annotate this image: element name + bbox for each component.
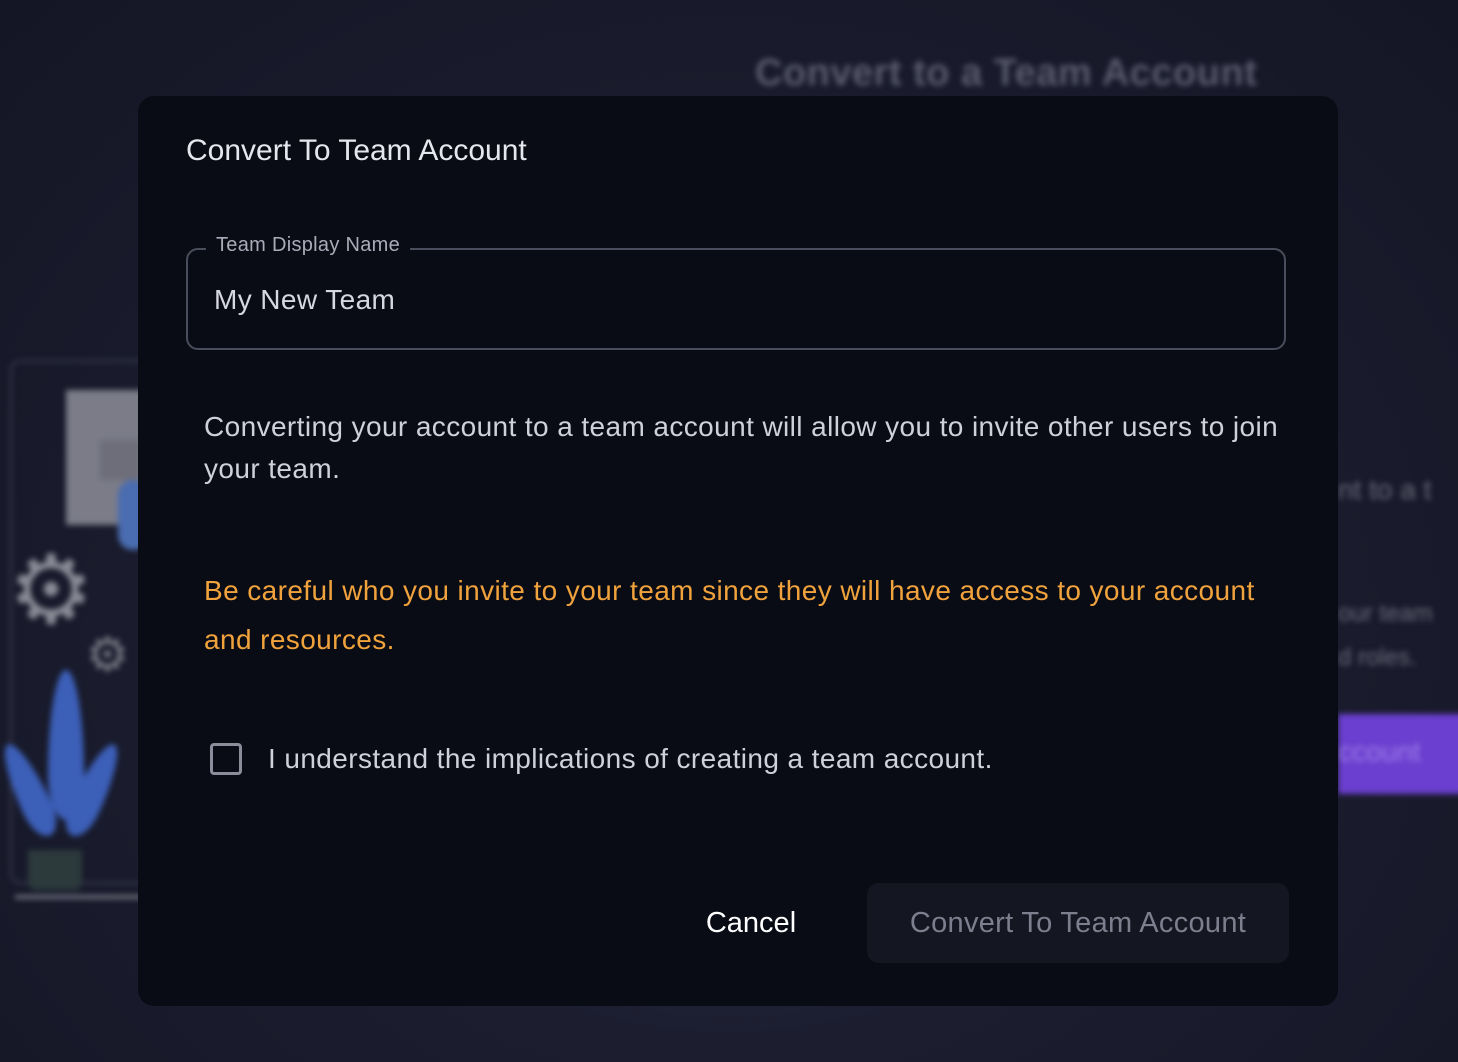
background-page-title: Convert to a Team Account xyxy=(755,52,1258,94)
team-display-name-input[interactable] xyxy=(214,278,1254,322)
acknowledge-checkbox[interactable] xyxy=(210,743,242,775)
team-display-name-field: Team Display Name xyxy=(186,234,1286,350)
dialog-description: Converting your account to a team accoun… xyxy=(204,411,1279,484)
dialog-title: Convert To Team Account xyxy=(186,134,527,167)
acknowledge-row[interactable]: I understand the implications of creatin… xyxy=(210,741,993,777)
acknowledge-label[interactable]: I understand the implications of creatin… xyxy=(268,743,993,775)
convert-to-team-button[interactable]: Convert To Team Account xyxy=(867,883,1289,963)
team-display-name-label: Team Display Name xyxy=(206,234,411,257)
gear-icon: ⚙ xyxy=(8,537,95,644)
convert-team-dialog: Convert To Team Account Team Display Nam… xyxy=(138,96,1338,1006)
background-heading-fragment: nt to a t xyxy=(1338,474,1432,505)
background-convert-button-label: ccount xyxy=(1338,736,1421,767)
background-text-fragment: our team xyxy=(1338,600,1433,627)
background-text-fragment: d roles. xyxy=(1338,644,1417,671)
cancel-button[interactable]: Cancel xyxy=(686,886,816,960)
background-floor-line xyxy=(15,895,155,899)
gear-icon: ⚙ xyxy=(86,629,130,682)
dialog-warning: Be careful who you invite to your team s… xyxy=(204,575,1255,655)
plant-pot xyxy=(28,850,82,890)
background-illustration-panel-inner xyxy=(100,440,140,480)
